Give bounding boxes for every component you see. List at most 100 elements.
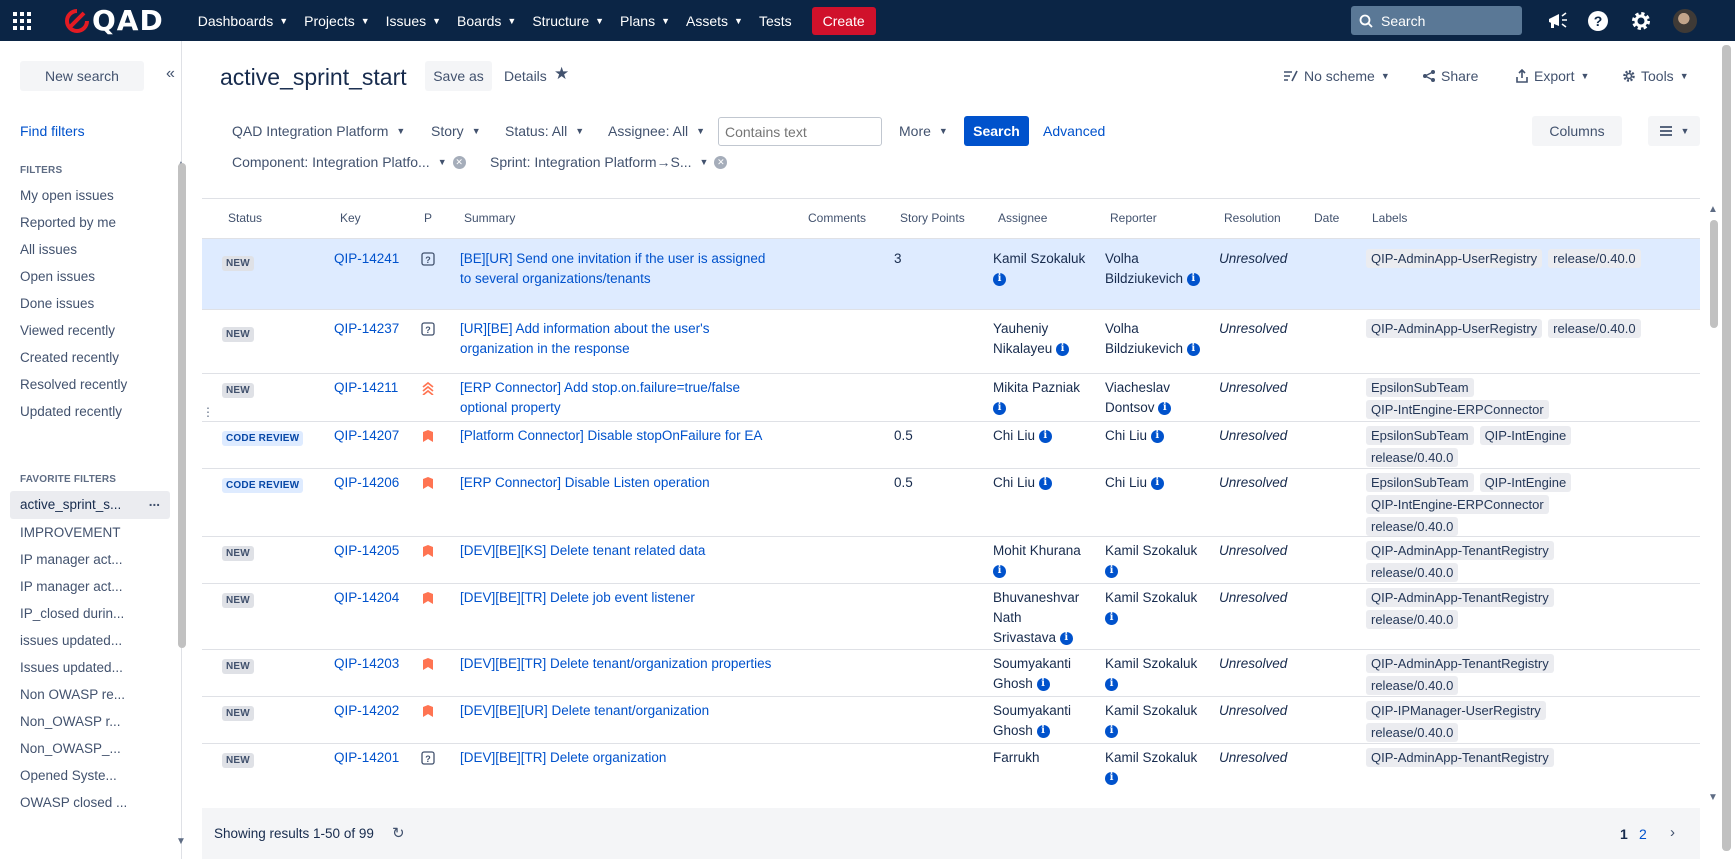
- column-header-story-points[interactable]: Story Points: [900, 211, 965, 225]
- table-scroll-up-icon[interactable]: ▲: [1708, 204, 1718, 215]
- favorite-filter[interactable]: IP manager act...: [20, 552, 130, 567]
- filter-item[interactable]: Resolved recently: [20, 377, 130, 392]
- issue-summary-link[interactable]: [DEV][BE][TR] Delete job event listener: [460, 588, 780, 608]
- assignee-name[interactable]: Mikita Pazniak: [993, 380, 1080, 395]
- view-options-button[interactable]: ▼: [1648, 116, 1700, 146]
- table-row[interactable]: CODE REVIEW QIP-14207 [Platform Connecto…: [202, 421, 1700, 468]
- favorite-filter[interactable]: IP_closed durin...: [20, 606, 130, 621]
- nav-structure[interactable]: Structure ▼: [524, 0, 612, 41]
- label-chip[interactable]: release/0.40.0: [1366, 517, 1459, 536]
- reporter-name[interactable]: Kamil Szokaluk: [1105, 543, 1197, 558]
- nav-plans[interactable]: Plans ▼: [612, 0, 678, 41]
- assignee-name[interactable]: Farrukh: [993, 748, 1093, 768]
- status-badge[interactable]: NEW: [222, 753, 254, 768]
- megaphone-icon[interactable]: [1545, 8, 1570, 33]
- label-chip[interactable]: EpsilonSubTeam: [1366, 473, 1474, 492]
- status-badge[interactable]: CODE REVIEW: [222, 431, 304, 446]
- issue-key-link[interactable]: QIP-14207: [334, 426, 399, 446]
- assignee-name[interactable]: Chi Liu: [993, 428, 1035, 443]
- collapse-sidebar-icon[interactable]: «: [166, 65, 175, 83]
- favorite-filter[interactable]: Non_OWASP_...: [20, 741, 130, 756]
- qad-logo[interactable]: QAD: [64, 0, 164, 41]
- table-row[interactable]: NEW QIP-14205 [DEV][BE][KS] Delete tenan…: [202, 536, 1700, 583]
- favorite-filter-active[interactable]: active_sprint_s... ...: [10, 491, 170, 519]
- nav-assets[interactable]: Assets ▼: [678, 0, 751, 41]
- search-button[interactable]: Search: [964, 116, 1029, 146]
- issue-key-link[interactable]: QIP-14203: [334, 654, 399, 674]
- status-badge[interactable]: NEW: [222, 256, 254, 271]
- reporter-name[interactable]: Kamil Szokaluk: [1105, 656, 1197, 671]
- nav-issues[interactable]: Issues ▼: [378, 0, 449, 41]
- label-chip[interactable]: QIP-AdminApp-TenantRegistry: [1366, 748, 1554, 767]
- status-filter[interactable]: Status: All ▼: [505, 123, 584, 139]
- sprint-filter[interactable]: Sprint: Integration Platform→S... ▼ ✕: [490, 154, 728, 170]
- column-header-reporter[interactable]: Reporter: [1110, 211, 1157, 225]
- table-row[interactable]: NEW QIP-14241 ? [BE][UR] Send one invita…: [202, 238, 1700, 309]
- table-row[interactable]: NEW QIP-14201 ? [DEV][BE][TR] Delete org…: [202, 743, 1700, 808]
- favorite-filter[interactable]: Non OWASP re...: [20, 687, 130, 702]
- label-chip[interactable]: QIP-IntEngine: [1479, 426, 1572, 445]
- resize-handle-icon[interactable]: ⋮: [202, 405, 214, 419]
- label-chip[interactable]: QIP-AdminApp-TenantRegistry: [1366, 588, 1554, 607]
- info-icon[interactable]: i: [1059, 631, 1073, 645]
- nav-boards[interactable]: Boards ▼: [449, 0, 524, 41]
- table-row[interactable]: NEW QIP-14211 [ERP Connector] Add stop.o…: [202, 373, 1700, 421]
- scroll-down-arrow-icon[interactable]: ▼: [176, 836, 186, 847]
- issue-key-link[interactable]: QIP-14211: [334, 378, 398, 398]
- label-chip[interactable]: QIP-AdminApp-UserRegistry: [1366, 319, 1543, 338]
- info-icon[interactable]: i: [1056, 342, 1070, 356]
- status-badge[interactable]: NEW: [222, 546, 254, 561]
- label-chip[interactable]: release/0.40.0: [1548, 319, 1641, 338]
- label-chip[interactable]: QIP-IPManager-UserRegistry: [1366, 701, 1546, 720]
- find-filters-link[interactable]: Find filters: [20, 123, 85, 139]
- no-scheme-dropdown[interactable]: No scheme ▼: [1283, 68, 1390, 84]
- table-row[interactable]: NEW QIP-14204 [DEV][BE][TR] Delete job e…: [202, 583, 1700, 649]
- table-row[interactable]: NEW QIP-14203 [DEV][BE][TR] Delete tenan…: [202, 649, 1700, 696]
- issue-summary-link[interactable]: [DEV][BE][KS] Delete tenant related data: [460, 541, 780, 561]
- more-actions-icon[interactable]: ...: [149, 494, 160, 509]
- label-chip[interactable]: release/0.40.0: [1366, 610, 1459, 629]
- info-icon[interactable]: i: [1105, 724, 1118, 738]
- assignee-name[interactable]: Soumyakanti Ghosh: [993, 656, 1071, 691]
- filter-item[interactable]: All issues: [20, 242, 130, 257]
- assignee-name[interactable]: Chi Liu: [993, 475, 1035, 490]
- issue-key-link[interactable]: QIP-14241: [334, 249, 399, 269]
- star-icon[interactable]: ★: [554, 64, 569, 84]
- page-scrollbar-thumb[interactable]: [1722, 45, 1731, 851]
- more-filter[interactable]: More ▼: [899, 123, 948, 139]
- save-as-button[interactable]: Save as: [425, 61, 492, 91]
- column-header-assignee[interactable]: Assignee: [998, 211, 1047, 225]
- label-chip[interactable]: release/0.40.0: [1548, 249, 1641, 268]
- filter-item[interactable]: Reported by me: [20, 215, 130, 230]
- settings-icon[interactable]: [1628, 8, 1653, 33]
- label-chip[interactable]: release/0.40.0: [1366, 676, 1459, 695]
- reporter-name[interactable]: Kamil Szokaluk: [1105, 590, 1197, 605]
- column-header-resolution[interactable]: Resolution: [1224, 211, 1281, 225]
- status-badge[interactable]: NEW: [222, 383, 254, 398]
- assignee-name[interactable]: Mohit Khurana: [993, 543, 1081, 558]
- info-icon[interactable]: i: [993, 564, 1006, 578]
- info-icon[interactable]: i: [993, 401, 1006, 415]
- reporter-name[interactable]: Kamil Szokaluk: [1105, 703, 1197, 718]
- table-scrollbar-thumb[interactable]: [1710, 220, 1718, 328]
- reporter-name[interactable]: Volha Bildziukevich: [1105, 321, 1183, 356]
- reporter-name[interactable]: Chi Liu: [1105, 475, 1147, 490]
- column-header-comments[interactable]: Comments: [808, 211, 866, 225]
- column-header-date[interactable]: Date: [1314, 211, 1339, 225]
- label-chip[interactable]: QIP-AdminApp-TenantRegistry: [1366, 541, 1554, 560]
- advanced-link[interactable]: Advanced: [1043, 123, 1105, 139]
- contains-text-input[interactable]: [718, 117, 882, 146]
- filter-item[interactable]: Done issues: [20, 296, 130, 311]
- issue-key-link[interactable]: QIP-14205: [334, 541, 399, 561]
- filter-item[interactable]: Viewed recently: [20, 323, 130, 338]
- issue-key-link[interactable]: QIP-14204: [334, 588, 399, 608]
- nav-dashboards[interactable]: Dashboards ▼: [190, 0, 296, 41]
- assignee-name[interactable]: Yauheniy Nikalayeu: [993, 321, 1052, 356]
- label-chip[interactable]: QIP-IntEngine: [1479, 473, 1572, 492]
- label-chip[interactable]: release/0.40.0: [1366, 563, 1459, 582]
- filter-item[interactable]: Created recently: [20, 350, 130, 365]
- column-header-summary[interactable]: Summary: [464, 211, 515, 225]
- component-filter[interactable]: Component: Integration Platfo... ▼ ✕: [232, 154, 466, 170]
- export-dropdown[interactable]: Export ▼: [1515, 68, 1589, 84]
- issue-summary-link[interactable]: [UR][BE] Add information about the user'…: [460, 319, 780, 359]
